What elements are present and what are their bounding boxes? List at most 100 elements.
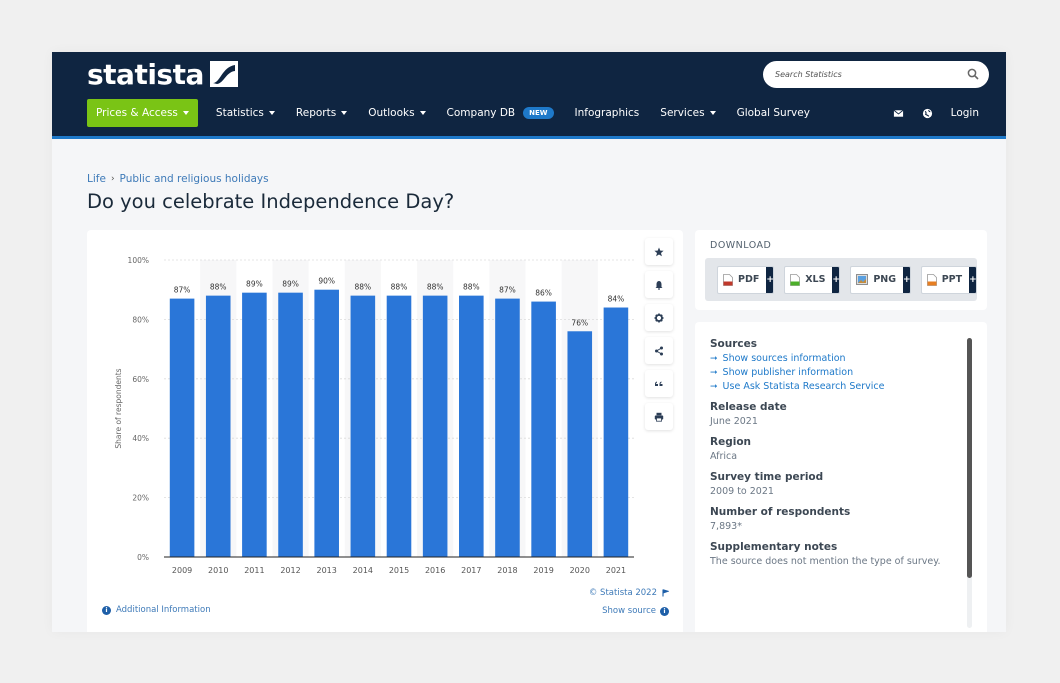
caret-down-icon [182, 111, 189, 115]
search-input[interactable] [775, 61, 955, 88]
pdf-file-icon [723, 273, 733, 286]
statista-logo[interactable]: statista [87, 57, 238, 91]
link-text: Use Ask Statista Research Service [722, 381, 885, 392]
arrow-right-icon: ➞ [710, 367, 718, 378]
x-tick-label: 2017 [461, 566, 481, 575]
bar-value-label: 88% [463, 283, 480, 292]
nav-label: Global Survey [736, 107, 810, 119]
nav-services[interactable]: Services [660, 107, 716, 119]
ask-statista-link[interactable]: ➞ Use Ask Statista Research Service [710, 381, 960, 392]
dl-label: PDF [718, 273, 766, 286]
new-badge: NEW [523, 107, 554, 119]
download-png-button[interactable]: PNG + [850, 265, 911, 294]
png-label: PNG [873, 274, 897, 285]
bar-value-label: 88% [391, 283, 408, 292]
cite-button[interactable] [645, 370, 673, 397]
notification-button[interactable] [645, 271, 673, 298]
ppt-label: PPT [941, 274, 963, 285]
show-publisher-link[interactable]: ➞ Show publisher information [710, 367, 960, 378]
x-tick-label: 2010 [208, 566, 228, 575]
download-pdf-button[interactable]: PDF + [717, 265, 775, 294]
search-box [763, 61, 989, 88]
bar-value-label: 86% [535, 289, 552, 298]
xls-file-icon [790, 273, 801, 286]
show-sources-link[interactable]: ➞ Show sources information [710, 353, 960, 364]
nav-infographics[interactable]: Infographics [575, 107, 640, 119]
png-file-icon [856, 274, 869, 285]
statistic-info-card: Sources ➞ Show sources information ➞ Show … [695, 322, 987, 632]
flag-icon[interactable] [662, 589, 669, 597]
bell-icon [655, 280, 663, 290]
ppt-file-icon [926, 273, 937, 286]
plus-icon: + [969, 266, 976, 293]
gear-icon [654, 313, 664, 322]
login-link[interactable]: Login [951, 107, 979, 119]
bar-value-label: 88% [427, 283, 444, 292]
breadcrumb-separator: › [110, 174, 115, 184]
info-icon: i [102, 605, 111, 615]
survey-period-heading: Survey time period [710, 471, 824, 483]
scrollbar-thumb[interactable] [967, 338, 972, 578]
bar-value-label: 90% [318, 277, 335, 286]
y-tick-label: 20% [132, 494, 149, 503]
additional-information-link[interactable]: i Additional Information [102, 605, 211, 615]
y-tick-label: 60% [132, 375, 149, 384]
bar [567, 331, 593, 557]
nav-label: Infographics [574, 107, 640, 119]
print-icon [654, 412, 664, 422]
quote-icon [655, 381, 663, 386]
bar [459, 295, 484, 557]
x-tick-label: 2019 [533, 566, 553, 575]
breadcrumb-life[interactable]: Life [87, 173, 106, 185]
respondents-heading: Number of respondents [710, 506, 851, 518]
x-tick-label: 2015 [389, 566, 409, 575]
star-icon [654, 247, 664, 256]
download-title: DOWNLOAD [710, 240, 772, 251]
logo-mark-icon [209, 61, 238, 87]
bar-value-label: 89% [246, 280, 263, 289]
nav-global-survey[interactable]: Global Survey [737, 107, 810, 119]
mail-icon[interactable] [893, 108, 904, 119]
settings-button[interactable] [645, 304, 673, 331]
nav-label: Company DB [446, 107, 516, 119]
x-tick-label: 2016 [425, 566, 445, 575]
link-text: Show sources information [722, 353, 846, 364]
favorite-button[interactable] [645, 238, 673, 265]
download-ppt-button[interactable]: PPT + [920, 265, 977, 294]
show-source-text: Show source [602, 606, 656, 616]
x-tick-label: 2021 [606, 566, 626, 575]
nav-company-db[interactable]: Company DB NEW [447, 107, 554, 119]
y-tick-label: 0% [137, 553, 149, 562]
info-scrollbar[interactable] [967, 338, 972, 628]
breadcrumb-public-holidays[interactable]: Public and religious holidays [120, 173, 269, 185]
nav-outlooks[interactable]: Outlooks [368, 107, 426, 119]
bar-chart: 0% 20% 40% 60% 80% 100% 87% 2009 88% 2010 89% 2011 8… [114, 256, 634, 575]
x-tick-label: 2011 [244, 566, 264, 575]
download-card: DOWNLOAD PDF + XLS + PNG + PPT + [695, 230, 987, 310]
plus-icon: + [832, 266, 840, 293]
bar [386, 295, 412, 557]
region-value: Africa [710, 451, 738, 462]
breadcrumb: Life › Public and religious holidays [87, 173, 269, 185]
browser-page: statista Prices & Access Statistics Repo… [52, 52, 1006, 632]
download-xls-button[interactable]: XLS + [784, 265, 841, 294]
region-heading: Region [710, 436, 752, 448]
plus-icon: + [766, 266, 774, 293]
share-button[interactable] [645, 337, 673, 364]
nav-label: Statistics [215, 107, 264, 119]
logo-text: statista [87, 57, 204, 91]
nav-prices-access[interactable]: Prices & Access [87, 99, 198, 127]
release-date-value: June 2021 [710, 416, 758, 427]
show-source-link[interactable]: Show source i [602, 606, 669, 616]
print-button[interactable] [645, 403, 673, 430]
search-icon[interactable] [967, 68, 979, 80]
globe-icon[interactable] [922, 108, 933, 119]
nav-statistics[interactable]: Statistics [216, 107, 275, 119]
caret-down-icon [419, 111, 426, 115]
dl-label: PNG [851, 274, 903, 285]
nav-reports[interactable]: Reports [296, 107, 348, 119]
share-icon [655, 346, 663, 355]
nav-label: Outlooks [368, 107, 415, 119]
download-buttons: PDF + XLS + PNG + PPT + [705, 258, 977, 301]
copyright-text: © Statista 2022 [588, 588, 657, 598]
